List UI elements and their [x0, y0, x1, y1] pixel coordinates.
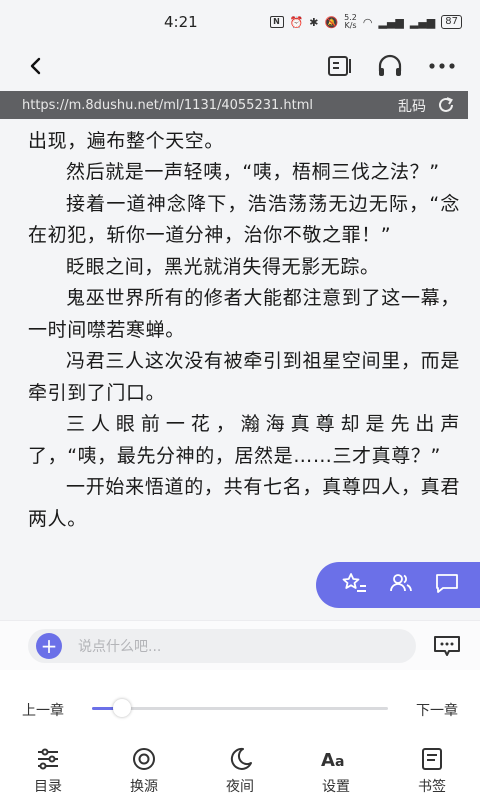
users-icon — [390, 574, 412, 592]
paragraph: 接着一道神念降下，浩浩荡荡无边无际，“念在初犯，斩你一道分神，治你不敬之罪！” — [28, 192, 460, 247]
reader-mode-button[interactable] — [322, 48, 358, 84]
comment-input[interactable]: + 说点什么吧... — [28, 629, 416, 663]
chapter-text: 然而紧接着，一声巨响传来，无数个黑点蓦地出现，遍布整个天空。 然后就是一声轻咦，… — [28, 94, 460, 535]
battery-icon: 87 — [441, 15, 462, 29]
switch-source-icon — [133, 748, 155, 770]
back-arrow-icon — [30, 57, 41, 75]
battery-level: 87 — [445, 16, 458, 27]
svg-text:a: a — [335, 754, 344, 770]
listen-button[interactable] — [372, 48, 408, 84]
nav-switch-source[interactable]: 换源 — [96, 746, 192, 800]
status-bar: 4:21 N ⏰ ✱ 🔕 5.2 K/s ◠ ▂▄▆ ▂▄▆ 87 — [0, 0, 480, 44]
comment-row: + 说点什么吧... — [0, 620, 480, 670]
garbled-text-button[interactable]: 乱码 — [398, 96, 426, 116]
add-comment-icon[interactable]: + — [36, 633, 62, 659]
nav-bookmark[interactable]: 书签 — [384, 746, 480, 800]
status-time: 4:21 — [164, 13, 198, 31]
nav-label: 设置 — [322, 779, 350, 795]
book-view-icon — [328, 56, 351, 76]
slider-thumb[interactable] — [112, 699, 131, 717]
source-url[interactable]: https://m.8dushu.net/ml/1131/4055231.htm… — [22, 98, 313, 113]
nav-night-mode[interactable]: 夜间 — [192, 746, 288, 800]
nav-label: 换源 — [130, 779, 158, 795]
nav-settings[interactable]: Aa 设置 — [288, 746, 384, 800]
next-chapter-button[interactable]: 下一章 — [416, 700, 458, 720]
comment-placeholder: 说点什么吧... — [78, 639, 162, 655]
paragraph: 一开始来悟道的，共有七名，真尊四人，真君两人。 — [28, 476, 460, 530]
chat-button[interactable] — [434, 571, 460, 599]
nfc-icon: N — [269, 16, 284, 28]
net-speed: 5.2 K/s — [344, 13, 357, 30]
chapter-progress-slider[interactable] — [92, 707, 388, 710]
bookmark-icon — [422, 748, 442, 770]
paragraph: 鬼巫世界所有的修者大能都注意到了这一幕，一时间噤若寒蝉。 — [28, 287, 460, 341]
comments-button[interactable] — [432, 633, 462, 663]
signal-icon-1: ▂▄▆ — [378, 15, 404, 29]
chapter-progress-row: 上一章 下一章 — [0, 692, 480, 724]
headphones-icon — [378, 54, 402, 76]
star-list-icon — [342, 573, 366, 592]
paragraph: 然后就是一声轻咦，“咦，梧桐三伐之法？” — [66, 161, 440, 183]
bottom-nav: 目录 换源 夜间 Aa 设置 书签 — [0, 746, 480, 800]
more-dots-icon — [429, 63, 455, 69]
paragraph: 三人眼前一花，瀚海真尊却是先出声了，“咦，最先分神的，居然是……三才真尊？” — [28, 413, 460, 467]
comments-icon — [434, 636, 460, 656]
floating-actions — [316, 562, 480, 608]
bluetooth-icon: ✱ — [309, 15, 319, 29]
refresh-button[interactable] — [436, 95, 456, 119]
font-settings-icon: Aa — [321, 750, 344, 771]
svg-text:A: A — [321, 750, 335, 771]
more-button[interactable] — [424, 48, 460, 84]
status-icons: N ⏰ ✱ 🔕 5.2 K/s ◠ ▂▄▆ ▂▄▆ 87 — [269, 13, 462, 30]
community-button[interactable] — [388, 571, 414, 599]
paragraph: 眨眼之间，黑光就消失得无影无踪。 — [66, 255, 380, 278]
prev-chapter-button[interactable]: 上一章 — [22, 700, 64, 720]
bottom-panel: 上一章 下一章 目录 换源 夜间 Aa 设置 书签 — [0, 670, 480, 800]
source-url-bar: https://m.8dushu.net/ml/1131/4055231.htm… — [0, 91, 468, 119]
nav-catalog[interactable]: 目录 — [0, 746, 96, 800]
nav-label: 目录 — [34, 779, 62, 795]
nav-label: 书签 — [418, 779, 446, 795]
wifi-icon: ◠ — [362, 15, 373, 29]
catalog-icon — [38, 748, 58, 770]
refresh-icon — [439, 97, 453, 112]
signal-icon-2: ▂▄▆ — [409, 15, 436, 29]
chat-bubble-icon — [436, 574, 458, 593]
back-button[interactable] — [18, 48, 54, 84]
reader-toolbar — [0, 44, 480, 88]
mute-icon: 🔕 — [324, 15, 339, 29]
moon-icon — [230, 747, 252, 770]
rate-button[interactable] — [342, 571, 368, 599]
paragraph: 冯君三人这次没有被牵引到祖星空间里，而是牵引到了门口。 — [28, 350, 460, 404]
alarm-icon: ⏰ — [289, 15, 304, 29]
nav-label: 夜间 — [226, 779, 254, 795]
